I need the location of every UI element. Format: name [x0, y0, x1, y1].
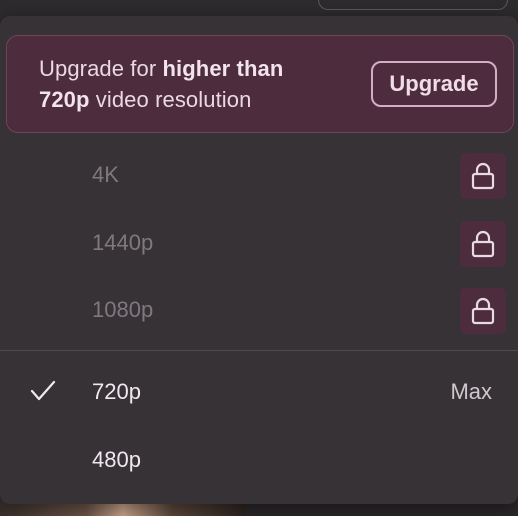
resolution-option-1440p[interactable]: 1440p [0, 213, 518, 273]
upgrade-text-bold-2: 720p [39, 87, 90, 112]
upgrade-text-bold-1: higher than [162, 56, 284, 81]
resolution-label: 4K [92, 162, 119, 187]
upgrade-banner-text: Upgrade for higher than 720p video resolu… [39, 53, 339, 115]
upgrade-text-suffix: video resolution [89, 87, 252, 112]
resolution-option-1080p[interactable]: 1080p [0, 280, 518, 340]
lock-icon [460, 153, 506, 199]
resolution-label: 1440p [92, 230, 154, 255]
resolution-menu: Upgrade for higher than 720p video resolu… [0, 16, 518, 504]
screen: Upgrade for higher than 720p video resolu… [0, 0, 518, 516]
lock-icon [460, 221, 506, 267]
resolution-option-4k[interactable]: 4K [0, 145, 518, 205]
resolution-option-720p[interactable]: 720p Max [0, 362, 518, 422]
background-control [318, 0, 508, 10]
resolution-option-480p[interactable]: 480p [0, 430, 518, 490]
max-badge: Max [450, 379, 492, 404]
upgrade-text-prefix: Upgrade for [39, 56, 163, 81]
resolution-label: 480p [92, 447, 141, 472]
resolution-label: 1080p [92, 297, 154, 322]
resolution-label: 720p [92, 379, 141, 404]
menu-divider [0, 350, 518, 351]
upgrade-button[interactable]: Upgrade [371, 61, 497, 107]
upgrade-banner: Upgrade for higher than 720p video resolu… [6, 35, 514, 133]
lock-icon [460, 288, 506, 334]
checkmark-icon [30, 379, 56, 408]
